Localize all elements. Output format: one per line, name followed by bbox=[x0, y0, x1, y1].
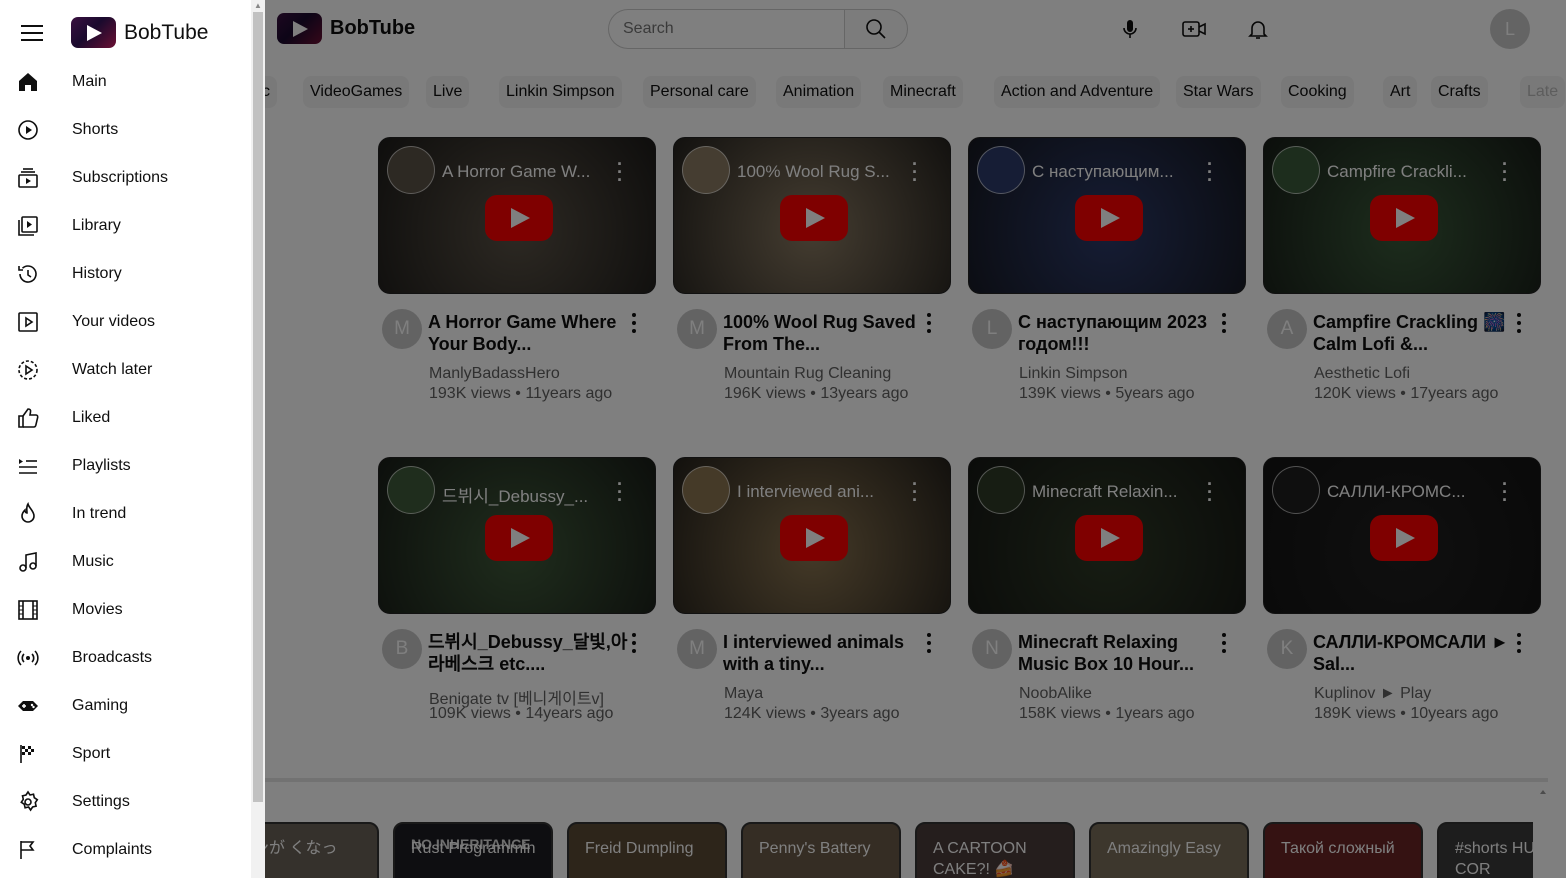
logo-text: BobTube bbox=[124, 20, 209, 44]
sidebar-item-liked[interactable]: Liked bbox=[0, 394, 250, 442]
sidebar-item-shorts[interactable]: Shorts bbox=[0, 106, 250, 154]
sidebar-nav: Main Shorts Subscriptions Library History You… bbox=[0, 58, 250, 874]
gear-icon bbox=[20, 790, 39, 812]
sidebar-item-label: Broadcasts bbox=[72, 649, 153, 666]
menu-icon[interactable] bbox=[21, 25, 43, 43]
flag-checkered-icon bbox=[20, 745, 34, 763]
broadcast-icon bbox=[17, 650, 39, 666]
logo-icon bbox=[71, 17, 116, 48]
sidebar-item-library[interactable]: Library bbox=[0, 202, 250, 250]
music-note-icon bbox=[19, 552, 37, 572]
scrollbar-thumb[interactable] bbox=[253, 12, 263, 802]
sidebar-item-music[interactable]: Music bbox=[0, 538, 250, 586]
sidebar-header: BobTube bbox=[0, 14, 250, 54]
sidebar-item-label: Gaming bbox=[72, 697, 129, 714]
sidebar-item-playlists[interactable]: Playlists bbox=[0, 442, 250, 490]
film-icon bbox=[18, 600, 38, 620]
flag-icon bbox=[20, 841, 35, 859]
flame-icon bbox=[21, 502, 35, 523]
sidebar-item-label: Shorts bbox=[72, 121, 119, 138]
thumbs-up-icon bbox=[18, 408, 39, 428]
sidebar-scrollbar[interactable]: ▲ bbox=[251, 0, 265, 878]
gamepad-icon bbox=[18, 701, 38, 711]
sidebar-item-label: Main bbox=[72, 73, 107, 90]
sidebar-drawer: BobTube Main Shorts Subscriptions Library Hi… bbox=[0, 0, 265, 878]
sidebar-item-complaints[interactable]: Complaints bbox=[0, 826, 250, 874]
sidebar-item-label: Your videos bbox=[72, 313, 156, 330]
sidebar-item-subscriptions[interactable]: Subscriptions bbox=[0, 154, 250, 202]
sidebar-item-label: Sport bbox=[72, 745, 111, 762]
sidebar-item-label: Library bbox=[72, 217, 121, 234]
sidebar-item-your-videos[interactable]: Your videos bbox=[0, 298, 250, 346]
sidebar-item-broadcasts[interactable]: Broadcasts bbox=[0, 634, 250, 682]
sidebar-item-label: Playlists bbox=[72, 457, 131, 474]
sidebar-item-label: History bbox=[72, 265, 122, 282]
history-icon bbox=[18, 265, 37, 283]
sidebar-item-history[interactable]: History bbox=[0, 250, 250, 298]
sidebar-item-gaming[interactable]: Gaming bbox=[0, 682, 250, 730]
playlists-icon bbox=[19, 459, 37, 474]
sidebar-item-sport[interactable]: Sport bbox=[0, 730, 250, 778]
sidebar-item-label: In trend bbox=[72, 505, 127, 522]
sidebar-logo[interactable]: BobTube bbox=[71, 17, 208, 48]
home-icon bbox=[19, 73, 37, 91]
sidebar-item-main[interactable]: Main bbox=[0, 58, 250, 106]
scroll-up-icon[interactable]: ▲ bbox=[254, 1, 262, 10]
sidebar-item-label: Movies bbox=[72, 601, 123, 618]
watch-later-icon bbox=[18, 360, 38, 380]
sidebar-item-movies[interactable]: Movies bbox=[0, 586, 250, 634]
subscriptions-icon bbox=[18, 168, 38, 188]
sidebar-item-label: Music bbox=[72, 553, 114, 570]
sidebar-item-in-trend[interactable]: In trend bbox=[0, 490, 250, 538]
shorts-icon bbox=[18, 120, 38, 140]
library-icon bbox=[18, 216, 38, 236]
sidebar-item-label: Watch later bbox=[72, 361, 153, 378]
sidebar-item-watch-later[interactable]: Watch later bbox=[0, 346, 250, 394]
sidebar-item-label: Subscriptions bbox=[72, 169, 169, 186]
sidebar-item-settings[interactable]: Settings bbox=[0, 778, 250, 826]
sidebar-item-label: Settings bbox=[72, 793, 130, 810]
sidebar-item-label: Complaints bbox=[72, 841, 153, 858]
your-videos-icon bbox=[18, 312, 38, 332]
sidebar-item-label: Liked bbox=[72, 409, 111, 426]
